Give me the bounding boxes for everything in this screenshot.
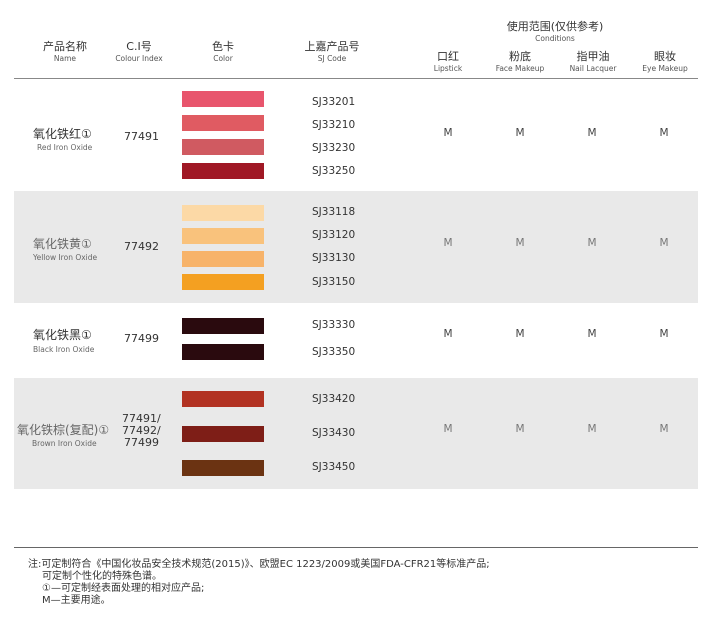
swatch-sj33150	[182, 274, 264, 290]
header-face-en: Face Makeup	[495, 64, 545, 73]
header-color: 色卡 Color	[198, 38, 248, 63]
code-sj33230: SJ33230	[312, 142, 356, 154]
code-sj33250: SJ33250	[312, 165, 356, 177]
brown-eye-mark: M	[659, 423, 669, 435]
header-face-cn: 粉底	[509, 50, 531, 63]
header-nail-en: Nail Lacquer	[569, 64, 617, 73]
header-lipstick: 口红 Lipstick	[423, 48, 473, 73]
group-brown-name-cn: 氧化铁棕(复配)①	[17, 423, 110, 437]
red-eye-mark: M	[659, 127, 669, 139]
header-rule	[14, 78, 698, 79]
header-lipstick-cn: 口红	[437, 50, 459, 63]
group-yellow-ci: 77492	[124, 240, 159, 253]
swatch-sj33120	[182, 228, 264, 244]
black-lipstick-mark: M	[443, 328, 453, 340]
brown-nail-mark: M	[587, 423, 597, 435]
code-sj33330: SJ33330	[312, 319, 356, 331]
header-name: 产品名称 Name	[40, 38, 90, 63]
header-name-en: Name	[53, 54, 77, 63]
code-sj33150: SJ33150	[312, 276, 356, 288]
group-yellow-name-cn: 氧化铁黄①	[33, 237, 92, 251]
header-conditions-cn: 使用范围(仅供参考)	[506, 20, 604, 33]
code-sj33130: SJ33130	[312, 252, 356, 264]
header-ci-en: Colour Index	[115, 54, 163, 63]
swatch-sj33420	[182, 391, 264, 407]
swatch-sj33430	[182, 426, 264, 442]
note-line-4: M—主要用途。	[42, 595, 111, 606]
yellow-nail-mark: M	[587, 237, 597, 249]
header-lipstick-en: Lipstick	[433, 64, 463, 73]
yellow-lipstick-mark: M	[443, 237, 453, 249]
swatch-sj33201	[182, 91, 264, 107]
red-nail-mark: M	[587, 127, 597, 139]
yellow-eye-mark: M	[659, 237, 669, 249]
swatch-sj33210	[182, 115, 264, 131]
header-color-cn: 色卡	[212, 40, 234, 53]
header-eye-en: Eye Makeup	[642, 64, 688, 73]
header-code: 上嘉产品号 SJ Code	[296, 38, 368, 63]
note-line-3: ①—可定制经表面处理的相对应产品;	[42, 583, 205, 594]
header-ci-cn: C.I号	[126, 40, 152, 53]
swatch-sj33330	[182, 318, 264, 334]
code-sj33201: SJ33201	[312, 96, 356, 108]
code-sj33120: SJ33120	[312, 229, 356, 241]
yellow-face-mark: M	[515, 237, 525, 249]
swatch-sj33250	[182, 163, 264, 179]
code-sj33118: SJ33118	[312, 206, 356, 218]
black-nail-mark: M	[587, 328, 597, 340]
group-brown-name-en: Brown Iron Oxide	[32, 439, 97, 448]
swatch-sj33230	[182, 139, 264, 155]
swatch-sj33130	[182, 251, 264, 267]
code-sj33430: SJ33430	[312, 427, 356, 439]
header-ci: C.I号 Colour Index	[108, 38, 170, 63]
group-black-name-en: Black Iron Oxide	[33, 345, 95, 354]
header-conditions-en: Conditions	[535, 34, 575, 43]
group-brown-ci-3: 77499	[124, 436, 159, 449]
black-eye-mark: M	[659, 328, 669, 340]
swatch-sj33350	[182, 344, 264, 360]
footer-rule	[14, 547, 698, 548]
red-lipstick-mark: M	[443, 127, 453, 139]
header-color-en: Color	[213, 54, 233, 63]
code-sj33420: SJ33420	[312, 393, 356, 405]
brown-lipstick-mark: M	[443, 423, 453, 435]
red-face-mark: M	[515, 127, 525, 139]
group-red-name-en: Red Iron Oxide	[37, 143, 93, 152]
code-sj33210: SJ33210	[312, 119, 356, 131]
note-line-1: 注:可定制符合《中国化妆品安全技术规范(2015)》、欧盟EC 1223/200…	[28, 559, 490, 570]
header-eye: 眼妆 Eye Makeup	[634, 48, 696, 73]
header-nail: 指甲油 Nail Lacquer	[562, 48, 624, 73]
swatch-sj33450	[182, 460, 264, 476]
black-face-mark: M	[515, 328, 525, 340]
code-sj33450: SJ33450	[312, 461, 356, 473]
header-eye-cn: 眼妆	[654, 50, 676, 63]
code-sj33350: SJ33350	[312, 346, 356, 358]
header-face: 粉底 Face Makeup	[490, 48, 550, 73]
swatch-sj33118	[182, 205, 264, 221]
group-yellow-name-en: Yellow Iron Oxide	[33, 253, 98, 262]
header-name-cn: 产品名称	[43, 40, 87, 53]
group-red-ci: 77491	[124, 130, 159, 143]
group-red-name-cn: 氧化铁红①	[33, 127, 92, 141]
group-black-name-cn: 氧化铁黑①	[33, 328, 92, 342]
note-line-2: 可定制个性化的特殊色谱。	[42, 571, 162, 582]
brown-face-mark: M	[515, 423, 525, 435]
header-code-cn: 上嘉产品号	[304, 40, 360, 53]
group-black-ci: 77499	[124, 332, 159, 345]
header-code-en: SJ Code	[317, 54, 347, 63]
header-nail-cn: 指甲油	[576, 50, 610, 63]
header-conditions: 使用范围(仅供参考) Conditions	[490, 18, 620, 43]
